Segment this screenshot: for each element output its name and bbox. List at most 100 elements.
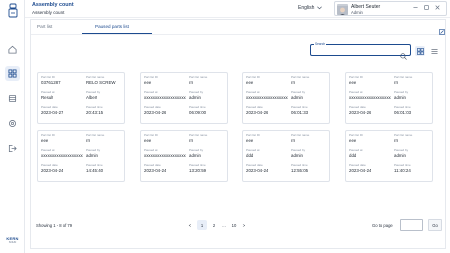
search-icon[interactable] — [400, 47, 407, 65]
paused-part-card[interactable]: Part list ID 03761287 Part list name RELO S… — [37, 72, 125, 124]
avatar — [337, 3, 348, 15]
search-field[interactable]: Search — [310, 42, 411, 60]
card-value-time: 06:01:33 — [291, 110, 309, 115]
card-label-paused-date: Paused date — [41, 163, 58, 167]
card-value-id: eee — [144, 138, 152, 143]
sidebar: KERN SOHN — [0, 0, 25, 253]
card-label-paused-date: Paused date — [144, 105, 161, 109]
paused-part-card[interactable]: Part list ID eee Part list name rrr Paused a… — [345, 130, 433, 182]
card-value-id: eee — [144, 80, 152, 85]
search-input[interactable] — [314, 47, 394, 54]
card-label-paused-at: Paused at — [41, 90, 55, 94]
card-value-id: eee — [349, 80, 357, 85]
grid-menu-icon[interactable] — [5, 66, 20, 81]
card-value-id: eee — [41, 138, 49, 143]
card-value-paused-at: ddd — [349, 153, 357, 158]
card-value-name: rrr — [86, 138, 91, 143]
card-label-part-list-id: Part list ID — [246, 75, 260, 79]
user-profile[interactable]: Albert Seuter Admin — [334, 1, 447, 16]
card-value-paused-by: admin — [86, 153, 98, 158]
goto-page-label: Go to page — [372, 223, 393, 228]
card-label-part-list-name: Part list name — [189, 133, 208, 137]
card-value-date: 2023-04-26 — [246, 110, 269, 115]
card-value-paused-at: xxxxxxxxxxxxxxxxxxxxxx — [144, 153, 186, 158]
card-value-time: 06:09:00 — [189, 110, 207, 115]
page-ellipsis: ... — [222, 222, 226, 228]
scale-logo-icon — [5, 3, 20, 18]
card-label-paused-at: Paused at — [246, 90, 260, 94]
card-label-paused-time: Paused time — [189, 163, 206, 167]
card-value-date: 2023-04-27 — [41, 110, 64, 115]
tabs-divider — [31, 34, 445, 35]
edit-note-icon[interactable] — [439, 22, 445, 40]
database-icon[interactable] — [5, 91, 20, 106]
paused-part-card[interactable]: Part list ID eee Part list name rrr Paused a… — [242, 72, 330, 124]
main-panel: Part list Paused parts list Search Part … — [30, 19, 446, 249]
goto-page-input[interactable] — [400, 219, 423, 231]
settings-icon[interactable] — [5, 116, 20, 131]
card-label-paused-at: Paused at — [246, 148, 260, 152]
page-10-button[interactable]: 10 — [229, 220, 239, 230]
card-value-name: rrr — [189, 138, 194, 143]
card-value-paused-by: Albert — [86, 95, 98, 100]
paused-part-card[interactable]: Part list ID eee Part list name rrr Paused a… — [37, 130, 125, 182]
paused-part-card[interactable]: Part list ID eee Part list name rrr Paused a… — [345, 72, 433, 124]
next-page-button[interactable]: > — [239, 220, 249, 230]
card-label-part-list-name: Part list name — [86, 75, 105, 79]
card-label-paused-date: Paused date — [349, 105, 366, 109]
card-label-paused-time: Paused time — [86, 163, 103, 167]
card-label-paused-time: Paused time — [394, 105, 411, 109]
card-value-id: 03761287 — [41, 80, 61, 85]
user-name: Albert Seuter — [351, 3, 381, 10]
paused-part-card[interactable]: Part list ID eee Part list name rrr Paused a… — [140, 130, 228, 182]
card-value-paused-by: admin — [291, 153, 303, 158]
chevron-down-icon — [317, 6, 323, 10]
card-label-paused-date: Paused date — [144, 163, 161, 167]
card-label-paused-at: Paused at — [349, 90, 363, 94]
card-value-paused-by: admin — [394, 153, 406, 158]
card-label-part-list-name: Part list name — [291, 75, 310, 79]
card-value-name: RELO SCREW — [86, 80, 116, 85]
card-value-date: 2023-04-24 — [349, 168, 372, 173]
card-label-paused-by: Paused by — [86, 148, 101, 152]
pagination-summary: Showing 1 - 8 of 79 — [36, 223, 73, 228]
card-value-date: 2023-04-24 — [41, 168, 64, 173]
card-label-part-list-id: Part list ID — [41, 133, 55, 137]
card-label-part-list-id: Part list ID — [246, 133, 260, 137]
card-label-part-list-name: Part list name — [394, 133, 413, 137]
card-label-paused-by: Paused by — [189, 148, 204, 152]
minimize-icon[interactable] — [413, 5, 418, 12]
maximize-icon[interactable] — [424, 5, 429, 12]
card-value-paused-by: admin — [394, 95, 406, 100]
logout-icon[interactable] — [5, 141, 20, 156]
card-value-paused-at: xxxxxxxxxxxxxxxxxxxxxx — [144, 95, 186, 100]
card-value-paused-at: xxxxxxxxxxxxxxxxxxxxxx — [41, 153, 83, 158]
card-value-time: 14:45:40 — [86, 168, 104, 173]
page-2-button[interactable]: 2 — [209, 220, 219, 230]
page-1-button[interactable]: 1 — [197, 220, 207, 230]
card-label-paused-at: Paused at — [349, 148, 363, 152]
card-value-date: 2023-04-24 — [246, 168, 269, 173]
go-button[interactable]: Go — [428, 219, 442, 231]
card-label-paused-date: Paused date — [246, 163, 263, 167]
paused-part-card[interactable]: Part list ID eee Part list name rrr Paused a… — [140, 72, 228, 124]
home-icon[interactable] — [5, 42, 20, 57]
card-value-paused-at: Result — [41, 95, 54, 100]
grid-view-button[interactable] — [415, 46, 425, 56]
list-view-button[interactable] — [429, 46, 439, 56]
card-value-name: rrr — [291, 138, 296, 143]
card-label-paused-by: Paused by — [394, 148, 409, 152]
tab-paused-parts-list[interactable]: Paused parts list — [95, 24, 129, 29]
card-value-time: 20:43:15 — [86, 110, 104, 115]
card-value-time: 06:01:03 — [394, 110, 412, 115]
tab-part-list[interactable]: Part list — [37, 24, 52, 29]
card-value-date: 2023-04-26 — [144, 110, 167, 115]
card-value-paused-at: xxxxxxxxxxxxxxxxxxxxxx — [349, 95, 391, 100]
close-icon[interactable] — [435, 5, 440, 12]
paused-part-card[interactable]: Part list ID eee Part list name rrr Paused a… — [242, 130, 330, 182]
card-value-name: rrr — [394, 138, 399, 143]
language-select[interactable]: English — [298, 5, 323, 11]
card-label-paused-date: Paused date — [246, 105, 263, 109]
prev-page-button[interactable]: < — [185, 220, 195, 230]
card-value-name: rrr — [189, 80, 194, 85]
